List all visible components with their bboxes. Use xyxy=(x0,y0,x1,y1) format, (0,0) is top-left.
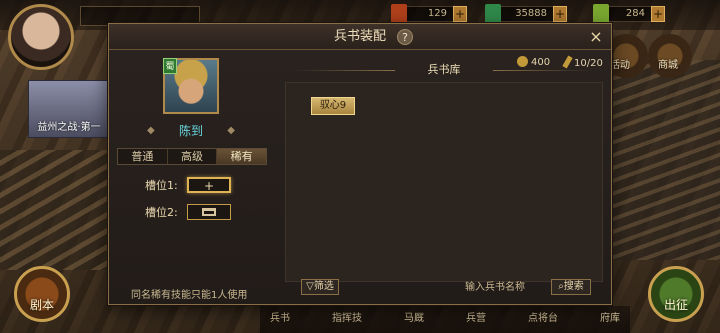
green-ticket-icon xyxy=(593,4,609,24)
shop-label: 商城 xyxy=(658,60,678,71)
slot-1-label: 槽位1: xyxy=(145,179,178,192)
nav-dianjiangtai[interactable]: 点将台 xyxy=(528,306,558,333)
nav-majiu[interactable]: 马厩 xyxy=(404,306,424,333)
bottom-nav: 兵书 指挥技 马厩 兵营 点将台 府库 xyxy=(260,306,630,333)
faction-badge: 蜀 xyxy=(163,58,177,74)
hero-name: 陈到 xyxy=(178,123,203,138)
go-out-button[interactable]: 出征 xyxy=(648,266,704,322)
nav-zhihuiji[interactable]: 指挥技 xyxy=(332,306,362,333)
city-roofs-left xyxy=(0,150,110,270)
book-item[interactable]: 驭心9 xyxy=(311,97,355,115)
activity-label: 活动 xyxy=(610,60,630,71)
slot-row-2: 槽位2: xyxy=(145,203,231,221)
add-red-token-button[interactable]: + xyxy=(453,6,467,22)
tab-common[interactable]: 普通 xyxy=(118,149,168,164)
next-hero-arrow-icon[interactable]: ◆ xyxy=(227,125,235,136)
slot-row-1: 槽位1: + xyxy=(145,176,231,194)
filter-label: 筛选 xyxy=(313,281,334,292)
help-button[interactable]: ? xyxy=(397,29,413,45)
resource-jade: 35888 + xyxy=(485,4,567,24)
rare-skill-note: 同名稀有技能只能1人使用 xyxy=(131,290,248,301)
close-button[interactable]: × xyxy=(587,28,605,46)
add-green-ticket-button[interactable]: + xyxy=(651,6,665,22)
resource-red-token: 129 + xyxy=(391,4,467,24)
story-button[interactable]: 剧本 xyxy=(14,266,70,322)
slot-1-add-button[interactable]: + xyxy=(187,177,231,193)
green-ticket-count: 284 xyxy=(625,8,645,19)
story-label: 剧本 xyxy=(29,298,54,312)
city-roofs-right xyxy=(600,60,720,260)
rarity-tabs: 普通 高级 稀有 xyxy=(117,148,267,165)
slot-2-locked[interactable] xyxy=(187,204,231,220)
hero-name-row: ◆ 陈到 ◆ xyxy=(147,122,235,138)
tab-advanced[interactable]: 高级 xyxy=(168,149,218,164)
nav-bingshu[interactable]: 兵书 xyxy=(270,306,290,333)
add-jade-button[interactable]: + xyxy=(553,6,567,22)
nav-bingying[interactable]: 兵营 xyxy=(466,306,486,333)
event-banner-label: 益州之战·第一 xyxy=(37,122,101,133)
nav-fuku[interactable]: 府库 xyxy=(600,306,620,333)
filter-button[interactable]: ▽筛选 xyxy=(301,279,339,295)
slot-2-label: 槽位2: xyxy=(145,206,178,219)
dialog-title: 兵书装配 xyxy=(109,24,611,50)
prev-hero-arrow-icon[interactable]: ◆ xyxy=(147,125,155,136)
filter-icon: ▽ xyxy=(306,281,314,292)
jade-icon xyxy=(485,4,501,24)
resource-green-ticket: 284 + xyxy=(593,4,665,24)
event-banner[interactable]: 益州之战·第一 xyxy=(28,80,110,138)
jade-count: 35888 xyxy=(515,8,547,19)
lock-icon xyxy=(202,208,216,216)
book-search-input[interactable] xyxy=(465,279,549,295)
search-label: 搜索 xyxy=(563,281,584,292)
library-title: 兵书库 xyxy=(285,62,603,78)
go-out-label: 出征 xyxy=(663,298,688,312)
red-token-count: 129 xyxy=(427,8,447,19)
book-equip-dialog: 兵书装配 ? × 蜀 ◆ 陈到 ◆ 普通 高级 稀有 槽位1: + 槽位2: 同… xyxy=(108,23,612,305)
search-button[interactable]: ⌕搜索 xyxy=(551,279,591,295)
red-token-icon xyxy=(391,4,407,24)
tab-rare[interactable]: 稀有 xyxy=(217,149,267,164)
player-avatar[interactable] xyxy=(8,4,74,70)
